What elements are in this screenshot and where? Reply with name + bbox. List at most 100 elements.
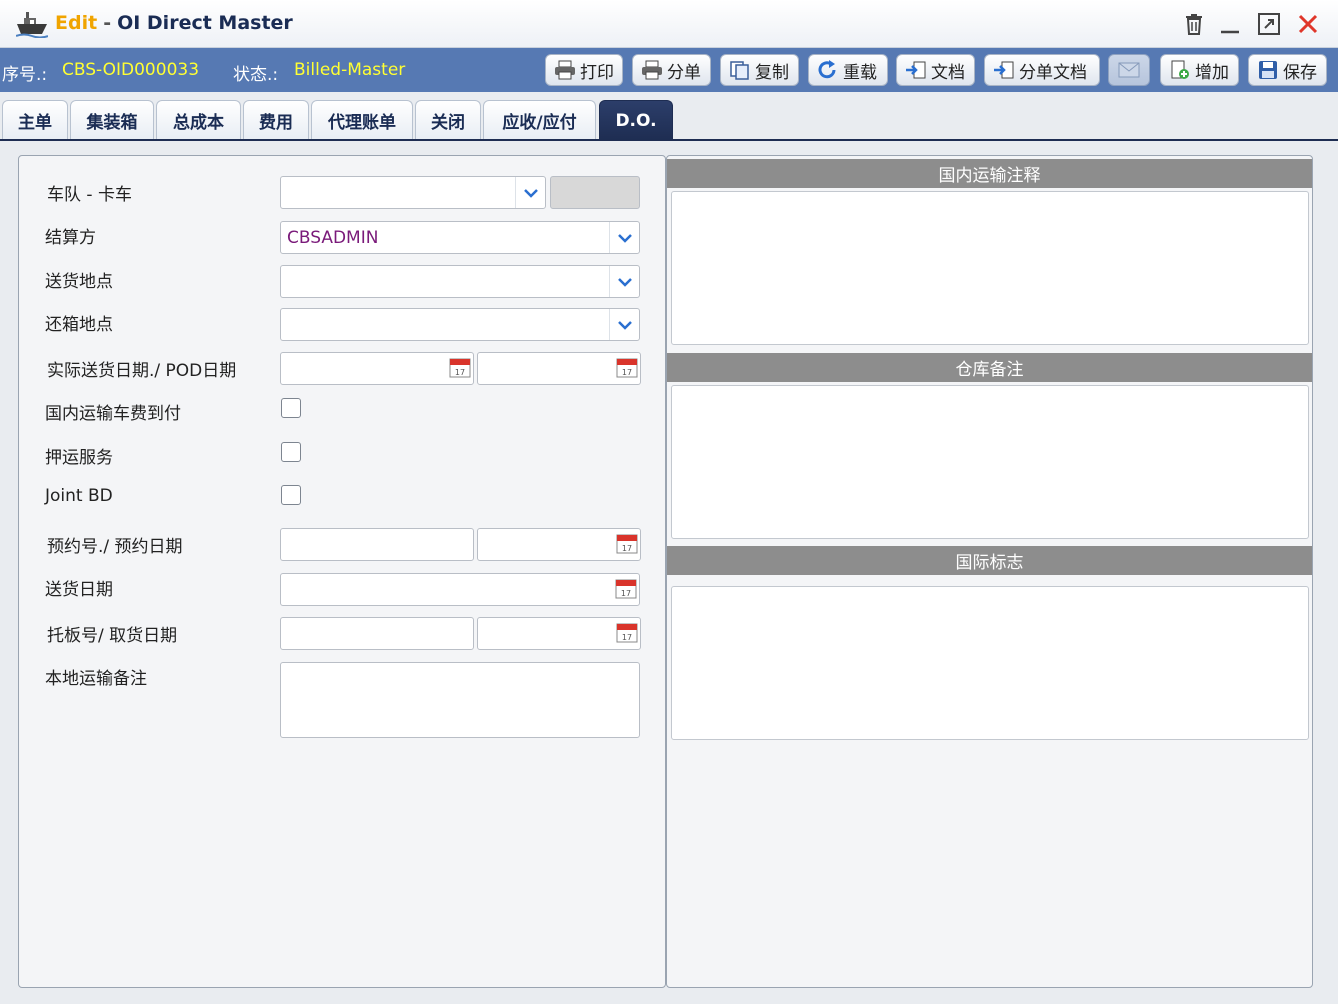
maximize-icon[interactable] bbox=[1257, 12, 1281, 36]
delivery-date-input[interactable]: 17 bbox=[280, 573, 640, 606]
pod-date-input[interactable]: 17 bbox=[477, 352, 641, 385]
chevron-down-icon[interactable] bbox=[609, 309, 639, 340]
copy-icon bbox=[730, 61, 749, 80]
billing-party-select[interactable]: CBSADMIN bbox=[280, 221, 640, 254]
printer-icon bbox=[555, 60, 575, 80]
copy-button[interactable]: 复制 bbox=[720, 54, 799, 86]
calendar-icon[interactable]: 17 bbox=[449, 356, 471, 383]
document-import-icon bbox=[906, 61, 926, 79]
status-value: Billed-Master bbox=[294, 60, 406, 80]
chevron-down-icon[interactable] bbox=[609, 266, 639, 297]
window-name: OI Direct Master bbox=[117, 12, 293, 34]
international-marks-textarea[interactable] bbox=[671, 586, 1309, 740]
print-button[interactable]: 打印 bbox=[545, 54, 623, 86]
tab-containers[interactable]: 集装箱 bbox=[70, 100, 154, 140]
pallet-pickup-label: 托板号/ 取货日期 bbox=[47, 626, 178, 646]
actual-delivery-date-input[interactable]: 17 bbox=[280, 352, 474, 385]
document-import-icon bbox=[994, 61, 1014, 79]
reload-icon bbox=[818, 60, 836, 79]
tab-charges[interactable]: 费用 bbox=[243, 100, 309, 140]
ship-icon bbox=[15, 10, 49, 43]
house-button[interactable]: 分单 bbox=[632, 54, 711, 86]
local-remarks-textarea[interactable] bbox=[280, 662, 640, 738]
status-label: 状态.: bbox=[233, 65, 279, 85]
return-location-label: 还箱地点 bbox=[45, 315, 113, 335]
fleet-select[interactable] bbox=[280, 176, 546, 209]
truck-field bbox=[550, 176, 640, 209]
booking-number-input[interactable] bbox=[280, 528, 474, 561]
calendar-icon[interactable]: 17 bbox=[616, 532, 638, 559]
domestic-remarks-textarea[interactable] bbox=[671, 191, 1309, 345]
svg-text:17: 17 bbox=[455, 368, 465, 377]
tab-do[interactable]: D.O. bbox=[599, 100, 673, 140]
svg-text:17: 17 bbox=[621, 589, 631, 598]
remarks-panel: 国内运输注释 仓库备注 国际标志 bbox=[666, 155, 1313, 988]
close-icon[interactable] bbox=[1296, 12, 1320, 36]
save-button[interactable]: 保存 bbox=[1248, 54, 1327, 86]
return-location-select[interactable] bbox=[280, 308, 640, 341]
svg-text:17: 17 bbox=[622, 544, 632, 553]
warehouse-remarks-textarea[interactable] bbox=[671, 385, 1309, 539]
email-button[interactable] bbox=[1108, 54, 1150, 86]
international-marks-header: 国际标志 bbox=[667, 546, 1312, 575]
copy-label: 复制 bbox=[755, 62, 789, 83]
house-label: 分单 bbox=[667, 62, 701, 83]
reload-label: 重载 bbox=[843, 62, 877, 83]
domestic-freight-collect-label: 国内运输车费到付 bbox=[45, 404, 181, 424]
pickup-date-input[interactable]: 17 bbox=[477, 617, 641, 650]
domestic-freight-collect-checkbox[interactable] bbox=[281, 398, 301, 418]
mail-icon bbox=[1118, 62, 1140, 78]
escort-service-label: 押运服务 bbox=[45, 448, 113, 468]
calendar-icon[interactable]: 17 bbox=[616, 356, 638, 383]
trash-icon[interactable] bbox=[1182, 12, 1206, 36]
reload-button[interactable]: 重载 bbox=[808, 54, 888, 86]
svg-text:17: 17 bbox=[622, 633, 632, 642]
tab-close[interactable]: 关闭 bbox=[415, 100, 481, 140]
minimize-icon[interactable] bbox=[1218, 12, 1242, 36]
house-docs-label: 分单文档 bbox=[1019, 62, 1087, 83]
edit-mode-label: Edit bbox=[55, 12, 98, 34]
serial-label: 序号.: bbox=[2, 65, 48, 85]
serial-value: CBS-OID000033 bbox=[62, 60, 200, 80]
fleet-truck-label: 车队 - 卡车 bbox=[47, 185, 132, 205]
pallet-number-input[interactable] bbox=[280, 617, 474, 650]
booking-date-input[interactable]: 17 bbox=[477, 528, 641, 561]
svg-text:17: 17 bbox=[622, 368, 632, 377]
calendar-icon[interactable]: 17 bbox=[616, 621, 638, 648]
save-label: 保存 bbox=[1283, 62, 1317, 83]
tab-ar-ap[interactable]: 应收/应付 bbox=[483, 100, 596, 140]
tab-agent-bill[interactable]: 代理账单 bbox=[311, 100, 413, 140]
title-bar: Edit - OI Direct Master bbox=[0, 0, 1338, 48]
floppy-disk-icon bbox=[1259, 61, 1277, 79]
tab-underline bbox=[0, 139, 1338, 141]
warehouse-remarks-header: 仓库备注 bbox=[667, 353, 1312, 382]
do-form-panel: 车队 - 卡车 结算方 CBSADMIN 送货地点 还箱地点 实际送货日期./ … bbox=[18, 155, 666, 988]
add-label: 增加 bbox=[1195, 62, 1229, 83]
billing-party-value: CBSADMIN bbox=[287, 228, 379, 248]
joint-bd-checkbox[interactable] bbox=[281, 485, 301, 505]
chevron-down-icon[interactable] bbox=[515, 177, 545, 208]
window-title: Edit - OI Direct Master bbox=[55, 12, 293, 34]
print-label: 打印 bbox=[580, 62, 614, 83]
booking-label: 预约号./ 预约日期 bbox=[47, 537, 183, 557]
local-remarks-label: 本地运输备注 bbox=[45, 669, 147, 689]
delivery-location-label: 送货地点 bbox=[45, 272, 113, 292]
info-toolbar: 序号.: CBS-OID000033 状态.: Billed-Master 打印… bbox=[0, 48, 1338, 92]
docs-button[interactable]: 文档 bbox=[896, 54, 975, 86]
docs-label: 文档 bbox=[931, 62, 965, 83]
tab-total-cost[interactable]: 总成本 bbox=[156, 100, 241, 140]
actual-delivery-pod-label: 实际送货日期./ POD日期 bbox=[47, 361, 237, 381]
delivery-date-label: 送货日期 bbox=[45, 580, 113, 600]
printer-icon bbox=[642, 60, 662, 80]
tab-master[interactable]: 主单 bbox=[2, 100, 68, 140]
house-docs-button[interactable]: 分单文档 bbox=[984, 54, 1100, 86]
delivery-location-select[interactable] bbox=[280, 265, 640, 298]
billing-party-label: 结算方 bbox=[45, 228, 96, 248]
joint-bd-label: Joint BD bbox=[45, 486, 113, 506]
calendar-icon[interactable]: 17 bbox=[615, 577, 637, 604]
add-button[interactable]: 增加 bbox=[1160, 54, 1239, 86]
chevron-down-icon[interactable] bbox=[609, 222, 639, 253]
escort-service-checkbox[interactable] bbox=[281, 442, 301, 462]
add-document-icon bbox=[1171, 60, 1189, 79]
domestic-remarks-header: 国内运输注释 bbox=[667, 159, 1312, 188]
